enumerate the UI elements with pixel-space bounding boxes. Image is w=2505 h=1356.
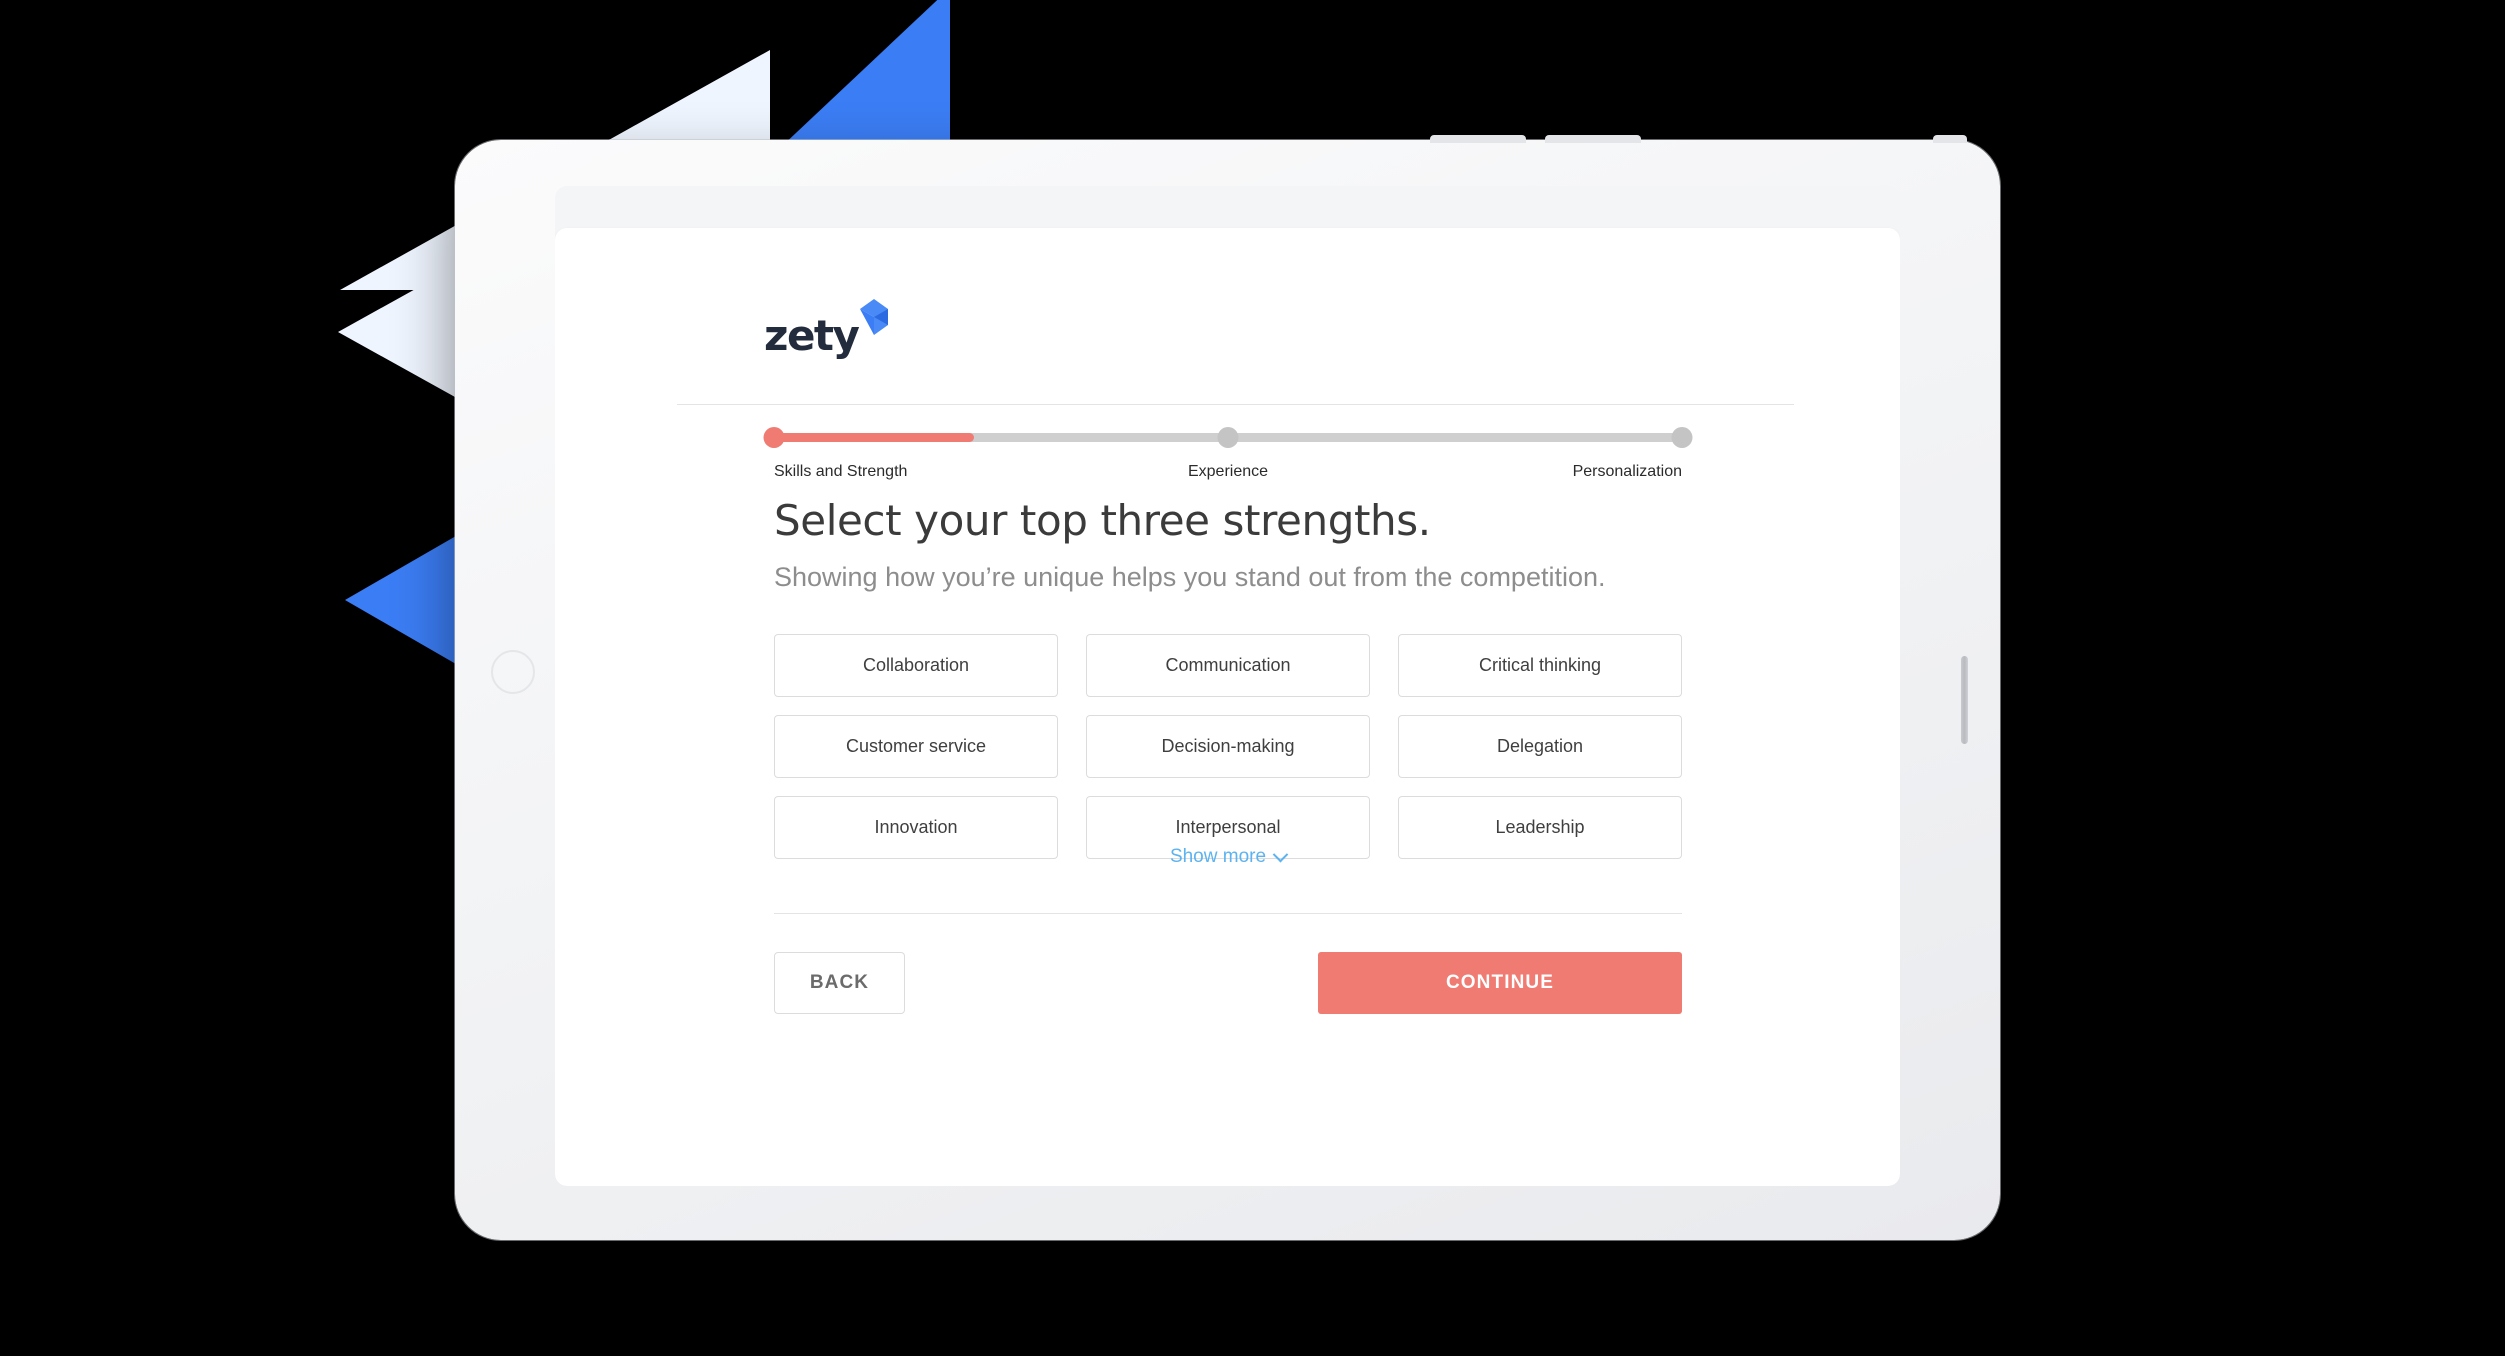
header-divider xyxy=(677,404,1794,405)
tablet-screen: zety Skills and Strength Experience Pers… xyxy=(555,186,1900,1186)
onboarding-card: zety Skills and Strength Experience Pers… xyxy=(555,228,1900,1186)
stepper-dot-personalization[interactable] xyxy=(1671,427,1693,448)
page-root: zety Skills and Strength Experience Pers… xyxy=(0,0,2505,1356)
strength-option-button[interactable]: Critical thinking xyxy=(1398,634,1682,697)
home-button[interactable] xyxy=(491,650,535,694)
tablet-top-bump xyxy=(1430,135,1526,143)
stepper-label-skills-and-strength: Skills and Strength xyxy=(774,463,908,480)
strength-options-grid: Collaboration Communication Critical think… xyxy=(774,634,1682,859)
stepper-track-fill xyxy=(774,433,974,442)
strength-option-button[interactable]: Collaboration xyxy=(774,634,1058,697)
strength-option-button[interactable]: Delegation xyxy=(1398,715,1682,778)
chevron-down-icon xyxy=(1272,846,1289,862)
decorative-triangle-blue-top xyxy=(780,0,950,148)
strength-option-button[interactable]: Communication xyxy=(1086,634,1370,697)
footer-divider xyxy=(774,913,1682,914)
tablet-top-bump xyxy=(1545,135,1641,143)
stepper-label-experience: Experience xyxy=(1187,463,1269,480)
tablet-device-frame: zety Skills and Strength Experience Pers… xyxy=(455,135,2000,1240)
progress-stepper: Skills and Strength Experience Personali… xyxy=(763,425,1693,495)
tablet-top-bump xyxy=(1933,135,1967,143)
continue-button[interactable]: CONTINUE xyxy=(1318,952,1682,1014)
stepper-dot-experience[interactable] xyxy=(1217,427,1239,448)
brand-logo-text: zety xyxy=(764,311,860,360)
stepper-label-personalization: Personalization xyxy=(1572,463,1682,480)
strength-option-button[interactable]: Decision-making xyxy=(1086,715,1370,778)
zety-ribbon-mark-icon xyxy=(860,299,894,342)
page-subtitle: Showing how you’re unique helps you stan… xyxy=(774,562,1606,592)
page-title: Select your top three strengths. xyxy=(774,496,1431,545)
show-more-toggle[interactable]: Show more xyxy=(774,846,1682,868)
stepper-dot-skills-and-strength[interactable] xyxy=(763,427,785,448)
brand-logo[interactable]: zety xyxy=(764,299,894,360)
show-more-label: Show more xyxy=(1169,846,1267,867)
back-button[interactable]: BACK xyxy=(774,952,905,1014)
strength-option-button[interactable]: Customer service xyxy=(774,715,1058,778)
camera-slot-icon xyxy=(1961,656,1968,744)
